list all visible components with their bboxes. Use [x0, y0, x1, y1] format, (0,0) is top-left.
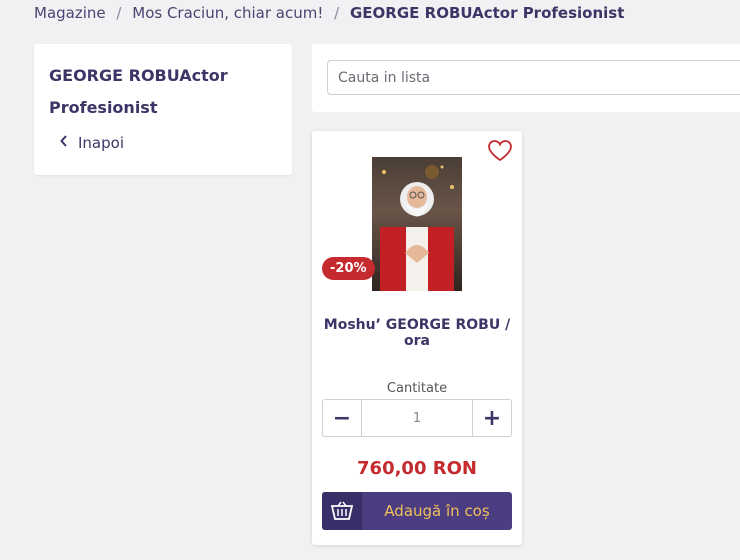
breadcrumb: Magazine / Mos Craciun, chiar acum! / GE… — [34, 4, 624, 22]
add-to-cart-button[interactable]: Adaugă în coș — [322, 492, 512, 530]
basket-icon — [322, 492, 362, 530]
back-link[interactable]: Inapoi — [60, 134, 124, 152]
quantity-stepper: − + — [322, 399, 512, 437]
back-link-label: Inapoi — [78, 134, 124, 152]
breadcrumb-separator: / — [334, 4, 340, 22]
product-price: 760,00 RON — [357, 458, 477, 479]
breadcrumb-current: GEORGE ROBUActor Profesionist — [350, 4, 625, 22]
search-card — [312, 44, 740, 112]
breadcrumb-link-magazine[interactable]: Magazine — [34, 4, 106, 22]
sidebar-title: GEORGE ROBUActor Profesionist — [49, 66, 228, 117]
decrease-quantity-button[interactable]: − — [323, 400, 361, 436]
discount-badge: -20% — [322, 257, 375, 280]
add-to-cart-label: Adaugă în coș — [384, 502, 490, 520]
breadcrumb-separator: / — [116, 4, 122, 22]
search-input[interactable] — [327, 60, 740, 95]
quantity-input[interactable] — [361, 400, 473, 436]
sidebar-card: GEORGE ROBUActor Profesionist Inapoi — [34, 44, 292, 175]
quantity-label: Cantitate — [386, 381, 448, 396]
increase-quantity-button[interactable]: + — [473, 400, 511, 436]
chevron-left-icon — [60, 135, 68, 151]
breadcrumb-link-category[interactable]: Mos Craciun, chiar acum! — [132, 4, 323, 22]
product-card: -20% Moshu’ GEORGE ROBU / ora Cantitate … — [312, 131, 522, 545]
product-name[interactable]: Moshu’ GEORGE ROBU / ora — [312, 317, 522, 349]
product-image[interactable] — [372, 157, 462, 291]
heart-icon[interactable] — [487, 139, 513, 163]
